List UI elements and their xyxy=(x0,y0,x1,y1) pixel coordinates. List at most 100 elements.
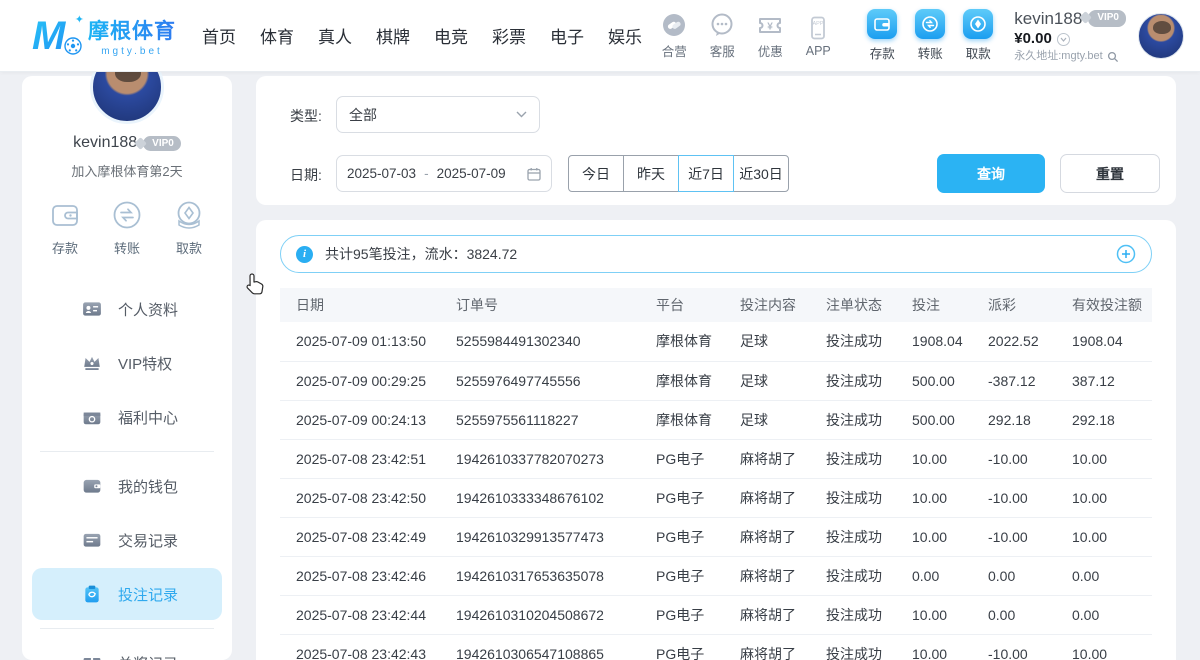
cell-order: 1942610306547108865 xyxy=(440,634,640,660)
sidebar-withdraw-button[interactable]: 取款 xyxy=(172,198,206,257)
cell-valid: 10.00 xyxy=(1056,634,1152,660)
nav-item-home[interactable]: 首页 xyxy=(202,23,236,48)
table-row: 2025-07-08 23:42:46 1942610317653635078 … xyxy=(280,556,1152,595)
promo-button[interactable]: ¥ 优惠 xyxy=(749,11,791,60)
sidebar-item-transactions[interactable]: 交易记录 xyxy=(32,514,222,566)
brand-logo[interactable]: M ✦ 摩根体育 mgty.bet xyxy=(32,13,176,59)
cell-content: 麻将胡了 xyxy=(724,556,810,595)
cell-order: 1942610333348676102 xyxy=(440,478,640,517)
cell-order: 5255975561118227 xyxy=(440,400,640,439)
sidebar-item-profile[interactable]: 个人资料 xyxy=(32,283,222,335)
username[interactable]: kevin188 xyxy=(1014,8,1082,29)
transfer-button[interactable]: 转账 xyxy=(906,9,954,62)
cell-bet: 10.00 xyxy=(896,439,972,478)
range-today-button[interactable]: 今日 xyxy=(568,155,624,192)
reset-button[interactable]: 重置 xyxy=(1060,154,1160,193)
cell-date: 2025-07-08 23:42:43 xyxy=(280,634,440,660)
cell-platform: PG电子 xyxy=(640,439,724,478)
cell-platform: 摩根体育 xyxy=(640,400,724,439)
transactions-icon xyxy=(82,530,102,550)
sidebar-item-welfare[interactable]: 福利中心 xyxy=(32,391,222,443)
range-yesterday-button[interactable]: 昨天 xyxy=(623,155,679,192)
sidebar-deposit-button[interactable]: 存款 xyxy=(48,198,82,257)
avatar[interactable] xyxy=(1138,13,1184,59)
nav-item-esports[interactable]: 电竞 xyxy=(434,23,468,48)
vip-badge: VIP0 xyxy=(1088,10,1126,27)
date-label: 日期: xyxy=(290,165,322,185)
nav-item-lottery[interactable]: 彩票 xyxy=(492,23,526,48)
nav-item-entertainment[interactable]: 娱乐 xyxy=(608,23,642,48)
cell-platform: 摩根体育 xyxy=(640,322,724,361)
nav-item-live[interactable]: 真人 xyxy=(318,23,352,48)
cell-valid: 10.00 xyxy=(1056,439,1152,478)
cell-content: 麻将胡了 xyxy=(724,478,810,517)
date-range-input[interactable]: 2025-07-03 - 2025-07-09 xyxy=(336,155,552,192)
cell-order: 1942610329913577473 xyxy=(440,517,640,556)
profile-icon xyxy=(82,299,102,319)
deposit-button[interactable]: 存款 xyxy=(858,9,906,62)
deposit-icon xyxy=(48,198,82,232)
partnership-icon xyxy=(661,11,687,38)
cell-bet: 10.00 xyxy=(896,478,972,517)
customer-service-button[interactable]: 客服 xyxy=(701,11,743,60)
type-select[interactable]: 全部 xyxy=(336,96,540,133)
range-30days-button[interactable]: 近30日 xyxy=(733,155,789,192)
refresh-balance-icon[interactable] xyxy=(1057,33,1070,46)
cell-order: 1942610310204508672 xyxy=(440,595,640,634)
withdraw-icon xyxy=(172,198,206,232)
cell-platform: PG电子 xyxy=(640,595,724,634)
joined-days-text: 加入摩根体育第2天 xyxy=(22,161,232,180)
welfare-icon xyxy=(82,407,102,427)
sidebar-vip-badge: VIP0 xyxy=(143,136,181,151)
cell-bet: 0.00 xyxy=(896,556,972,595)
range-7days-button[interactable]: 近7日 xyxy=(678,155,734,192)
sidebar-item-vip[interactable]: VIP特权 xyxy=(32,337,222,389)
cell-valid: 387.12 xyxy=(1056,361,1152,400)
nav-item-sports[interactable]: 体育 xyxy=(260,23,294,48)
expand-summary-icon[interactable] xyxy=(1116,244,1136,264)
wallet-icon xyxy=(82,476,102,496)
app-download-button[interactable]: APP APP xyxy=(797,14,839,58)
user-info: kevin188 VIP0 ¥0.00 永久地址:mgty.bet xyxy=(1014,8,1126,64)
date-separator: - xyxy=(424,166,429,181)
table-row: 2025-07-08 23:42:51 1942610337782070273 … xyxy=(280,439,1152,478)
sidebar: kevin188 VIP0 加入摩根体育第2天 存款 转账 取款 个人资料 VI… xyxy=(22,76,232,660)
cell-order: 5255984491302340 xyxy=(440,322,640,361)
search-button[interactable]: 查询 xyxy=(937,154,1045,193)
cell-valid: 10.00 xyxy=(1056,478,1152,517)
soccer-ball-icon xyxy=(64,37,82,55)
cell-content: 足球 xyxy=(724,361,810,400)
sidebar-item-redeem[interactable]: 兑奖记录 xyxy=(32,637,222,660)
magnifier-icon[interactable] xyxy=(1107,51,1119,63)
cell-status: 投注成功 xyxy=(810,400,896,439)
cell-valid: 1908.04 xyxy=(1056,322,1152,361)
col-valid: 有效投注额 xyxy=(1056,288,1152,322)
cell-status: 投注成功 xyxy=(810,634,896,660)
cell-order: 5255976497745556 xyxy=(440,361,640,400)
partnership-button[interactable]: 合营 xyxy=(653,11,695,60)
top-nav: M ✦ 摩根体育 mgty.bet 首页 体育 真人 棋牌 电竞 彩票 电子 娱… xyxy=(0,0,1200,72)
customer-service-icon xyxy=(709,11,735,38)
sidebar-item-wallet[interactable]: 我的钱包 xyxy=(32,460,222,512)
permanent-domain: 永久地址:mgty.bet xyxy=(1014,50,1102,64)
brand-domain: mgty.bet xyxy=(101,46,163,57)
withdraw-button[interactable]: 取款 xyxy=(954,9,1002,62)
cell-payout: -10.00 xyxy=(972,634,1056,660)
transfer-icon xyxy=(110,198,144,232)
menu-divider xyxy=(40,628,214,629)
cell-valid: 10.00 xyxy=(1056,517,1152,556)
col-bet: 投注 xyxy=(896,288,972,322)
cell-date: 2025-07-08 23:42:49 xyxy=(280,517,440,556)
sidebar-item-bet-records[interactable]: 投注记录 xyxy=(32,568,222,620)
table-row: 2025-07-09 00:29:25 5255976497745556 摩根体… xyxy=(280,361,1152,400)
menu-divider xyxy=(40,451,214,452)
sidebar-transfer-button[interactable]: 转账 xyxy=(110,198,144,257)
nav-item-slots[interactable]: 电子 xyxy=(550,23,584,48)
col-payout: 派彩 xyxy=(972,288,1056,322)
cell-bet: 500.00 xyxy=(896,361,972,400)
cell-payout: -10.00 xyxy=(972,439,1056,478)
nav-item-cards[interactable]: 棋牌 xyxy=(376,23,410,48)
cell-valid: 0.00 xyxy=(1056,595,1152,634)
cell-content: 麻将胡了 xyxy=(724,439,810,478)
cell-status: 投注成功 xyxy=(810,361,896,400)
